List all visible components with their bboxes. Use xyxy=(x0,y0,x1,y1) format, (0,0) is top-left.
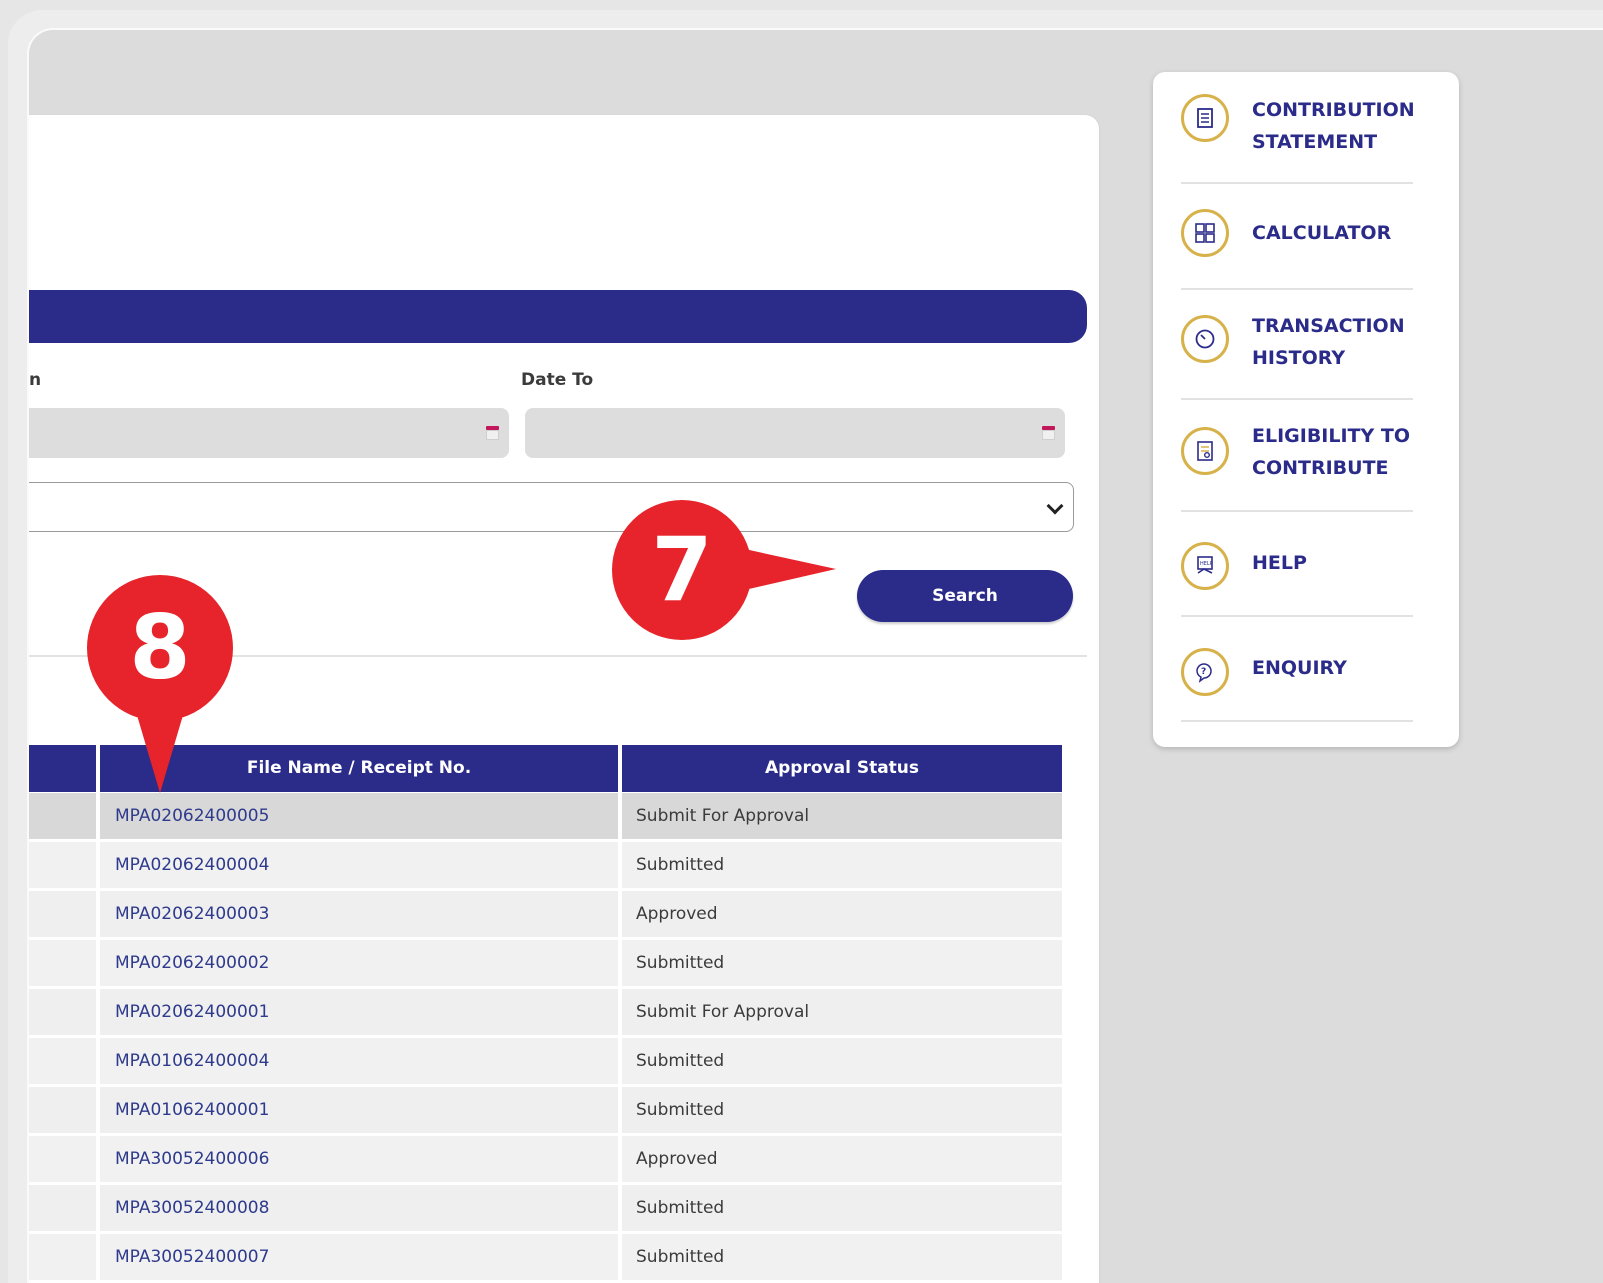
app-viewport: n Date To Search File Name / Receipt No.… xyxy=(27,28,1603,1283)
date-from-label: n xyxy=(29,370,42,390)
receipt-link[interactable]: MPA02062400001 xyxy=(115,989,269,1036)
receipt-link[interactable]: MPA02062400004 xyxy=(115,842,269,889)
status-text: Submitted xyxy=(636,1100,725,1120)
table-cell-status: Submitted xyxy=(622,940,1062,986)
table-cell-status: Submitted xyxy=(622,1234,1062,1280)
window-frame: n Date To Search File Name / Receipt No.… xyxy=(8,10,1603,1283)
table-cell-prev xyxy=(29,891,96,937)
table-row[interactable]: MPA30052400006 Approved xyxy=(29,1136,1062,1183)
table-row[interactable]: MPA01062400001 Submitted xyxy=(29,1087,1062,1134)
help-icon: HELP xyxy=(1181,542,1229,590)
sidebar-item-label: ENQUIRY xyxy=(1252,657,1347,679)
sidebar-separator xyxy=(1181,398,1413,400)
svg-text:?: ? xyxy=(1201,667,1206,677)
table-cell-prev xyxy=(29,793,96,839)
table-cell-status: Submit For Approval xyxy=(622,793,1062,839)
date-to-label: Date To xyxy=(521,370,594,390)
table-cell-prev xyxy=(29,1234,96,1280)
receipt-link[interactable]: MPA02062400002 xyxy=(115,940,269,987)
quick-links-sidebar: CONTRIBUTION STATEMENT CALCULATOR TRANSACT… xyxy=(1153,72,1459,747)
calendar-icon[interactable] xyxy=(1042,426,1055,440)
clock-icon xyxy=(1181,315,1229,363)
sidebar-separator xyxy=(1181,720,1413,722)
svg-text:HELP: HELP xyxy=(1200,561,1213,567)
status-text: Submit For Approval xyxy=(636,1002,810,1022)
table-cell-receipt: MPA02062400003 xyxy=(100,891,618,937)
annotation-marker-7: 7 xyxy=(612,500,752,640)
table-cell-receipt: MPA02062400004 xyxy=(100,842,618,888)
table-row[interactable]: MPA02062400001 Submit For Approval xyxy=(29,989,1062,1036)
document-icon xyxy=(1181,94,1229,142)
sidebar-separator xyxy=(1181,288,1413,290)
table-cell-status: Approved xyxy=(622,1136,1062,1182)
annotation-arrow-8 xyxy=(134,705,186,793)
table-cell-prev xyxy=(29,940,96,986)
sidebar-separator xyxy=(1181,182,1413,184)
receipt-link[interactable]: MPA30052400006 xyxy=(115,1136,269,1183)
table-cell-prev xyxy=(29,1038,96,1084)
sidebar-item-label: CALCULATOR xyxy=(1252,222,1392,244)
status-text: Submitted xyxy=(636,1051,725,1071)
receipt-link[interactable]: MPA01062400004 xyxy=(115,1038,269,1085)
table-cell-prev xyxy=(29,989,96,1035)
date-to-input[interactable] xyxy=(525,408,1065,458)
status-text: Submitted xyxy=(636,855,725,875)
table-row[interactable]: MPA01062400004 Submitted xyxy=(29,1038,1062,1085)
calendar-icon[interactable] xyxy=(486,426,499,440)
receipt-link[interactable]: MPA01062400001 xyxy=(115,1087,269,1134)
table-cell-receipt: MPA30052400007 xyxy=(100,1234,618,1280)
table-cell-status: Submitted xyxy=(622,1087,1062,1133)
status-text: Submit For Approval xyxy=(636,806,810,826)
status-text: Approved xyxy=(636,1149,718,1169)
annotation-marker-8: 8 xyxy=(87,575,233,721)
table-row[interactable]: MPA30052400008 Submitted xyxy=(29,1185,1062,1232)
table-cell-status: Submitted xyxy=(622,1185,1062,1231)
calculator-icon xyxy=(1181,209,1229,257)
table-cell-prev xyxy=(29,1136,96,1182)
table-cell-status: Submitted xyxy=(622,842,1062,888)
table-cell-receipt: MPA01062400004 xyxy=(100,1038,618,1084)
enquiry-icon: ? xyxy=(1181,648,1229,696)
table-cell-receipt: MPA30052400006 xyxy=(100,1136,618,1182)
sidebar-separator xyxy=(1181,615,1413,617)
table-row[interactable]: MPA02062400005 Submit For Approval xyxy=(29,793,1062,840)
checklist-icon xyxy=(1181,427,1229,475)
status-text: Submitted xyxy=(636,1247,725,1267)
status-text: Approved xyxy=(636,904,718,924)
annotation-arrow-7 xyxy=(740,548,836,591)
table-cell-status: Approved xyxy=(622,891,1062,937)
receipt-link[interactable]: MPA02062400003 xyxy=(115,891,269,938)
status-select[interactable] xyxy=(29,482,1074,532)
table-cell-status: Submit For Approval xyxy=(622,989,1062,1035)
receipt-link[interactable]: MPA02062400005 xyxy=(115,793,269,840)
table-header-prev xyxy=(29,745,96,792)
filter-header-bar xyxy=(29,290,1087,343)
table-row[interactable]: MPA02062400002 Submitted xyxy=(29,940,1062,987)
table-cell-status: Submitted xyxy=(622,1038,1062,1084)
sidebar-item-label: HELP xyxy=(1252,552,1307,574)
table-cell-receipt: MPA02062400005 xyxy=(100,793,618,839)
table-cell-prev xyxy=(29,842,96,888)
table-cell-receipt: MPA02062400002 xyxy=(100,940,618,986)
sidebar-item-label: ELIGIBILITY TO CONTRIBUTE xyxy=(1252,425,1410,479)
table-cell-receipt: MPA01062400001 xyxy=(100,1087,618,1133)
table-header-status: Approval Status xyxy=(622,745,1062,792)
sidebar-item-label: TRANSACTION HISTORY xyxy=(1252,315,1405,369)
receipt-link[interactable]: MPA30052400008 xyxy=(115,1185,269,1232)
date-from-input[interactable] xyxy=(29,408,509,458)
table-row[interactable]: MPA02062400003 Approved xyxy=(29,891,1062,938)
chevron-down-icon xyxy=(1046,497,1064,515)
table-row[interactable]: MPA02062400004 Submitted xyxy=(29,842,1062,889)
sidebar-separator xyxy=(1181,510,1413,512)
status-text: Submitted xyxy=(636,953,725,973)
table-cell-receipt: MPA30052400008 xyxy=(100,1185,618,1231)
receipt-link[interactable]: MPA30052400007 xyxy=(115,1234,269,1281)
status-text: Submitted xyxy=(636,1198,725,1218)
table-row[interactable]: MPA30052400007 Submitted xyxy=(29,1234,1062,1281)
sidebar-item-label: CONTRIBUTION STATEMENT xyxy=(1252,99,1415,153)
search-button[interactable]: Search xyxy=(857,570,1073,622)
table-cell-prev xyxy=(29,1087,96,1133)
table-cell-receipt: MPA02062400001 xyxy=(100,989,618,1035)
table-cell-prev xyxy=(29,1185,96,1231)
